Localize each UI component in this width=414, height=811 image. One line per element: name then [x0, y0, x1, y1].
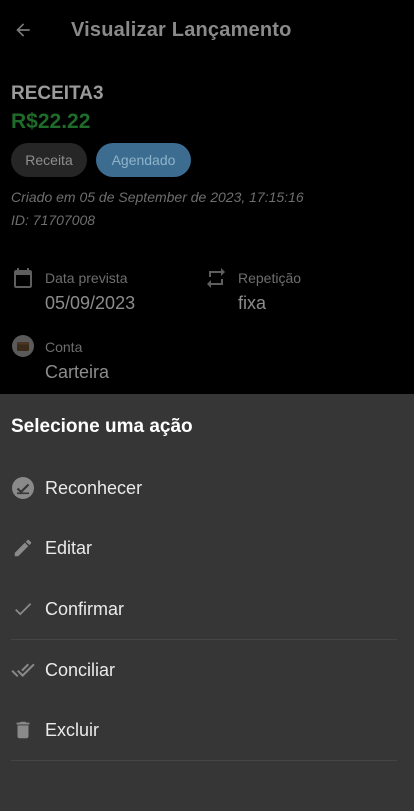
- page-title: Visualizar Lançamento: [71, 19, 292, 41]
- action-label: Excluir: [45, 719, 100, 740]
- due-date-value: 05/09/2023: [45, 293, 136, 313]
- action-conciliar[interactable]: Conciliar: [0, 640, 414, 700]
- pencil-icon: [11, 536, 35, 560]
- account-value: Carteira: [45, 362, 110, 382]
- calendar-icon: [14, 268, 32, 288]
- chip-status[interactable]: Agendado: [96, 143, 191, 177]
- action-reconhecer[interactable]: Reconhecer: [0, 458, 414, 518]
- back-button[interactable]: [10, 17, 36, 43]
- created-info: Criado em 05 de September de 2023, 17:15…: [11, 189, 304, 205]
- action-label: Conciliar: [45, 659, 116, 680]
- repeat-icon: [207, 268, 225, 288]
- transaction-name: RECEITA3: [11, 83, 104, 104]
- action-label: Reconhecer: [45, 477, 143, 498]
- sheet-title: Selecione uma ação: [11, 416, 193, 437]
- action-label: Editar: [45, 537, 93, 558]
- chip-type[interactable]: Receita: [11, 143, 87, 177]
- transaction-id: ID: 71707008: [11, 212, 96, 228]
- action-excluir[interactable]: Excluir: [0, 700, 414, 760]
- action-confirmar[interactable]: Confirmar: [0, 579, 414, 639]
- transaction-amount: R$22.22: [11, 110, 91, 133]
- app-bar: Visualizar Lançamento: [0, 0, 414, 62]
- arrow-left-icon: [16, 23, 30, 37]
- action-editar[interactable]: Editar: [0, 518, 414, 578]
- action-sheet: Selecione uma ação Reconhecer Editar Con…: [0, 394, 414, 811]
- badge-check-icon: [11, 476, 35, 500]
- wallet-icon: [12, 335, 34, 357]
- due-date-label: Data prevista: [45, 270, 128, 286]
- repeat-label: Repetição: [238, 270, 302, 286]
- check-icon: [11, 597, 35, 621]
- trash-icon: [11, 718, 35, 742]
- double-check-icon: [11, 658, 35, 682]
- transaction-details: RECEITA3 R$22.22 Receita Agendado Criado…: [0, 62, 414, 394]
- account-label: Conta: [45, 339, 83, 355]
- divider: [11, 760, 397, 761]
- action-label: Confirmar: [45, 598, 125, 619]
- repeat-value: fixa: [238, 293, 267, 313]
